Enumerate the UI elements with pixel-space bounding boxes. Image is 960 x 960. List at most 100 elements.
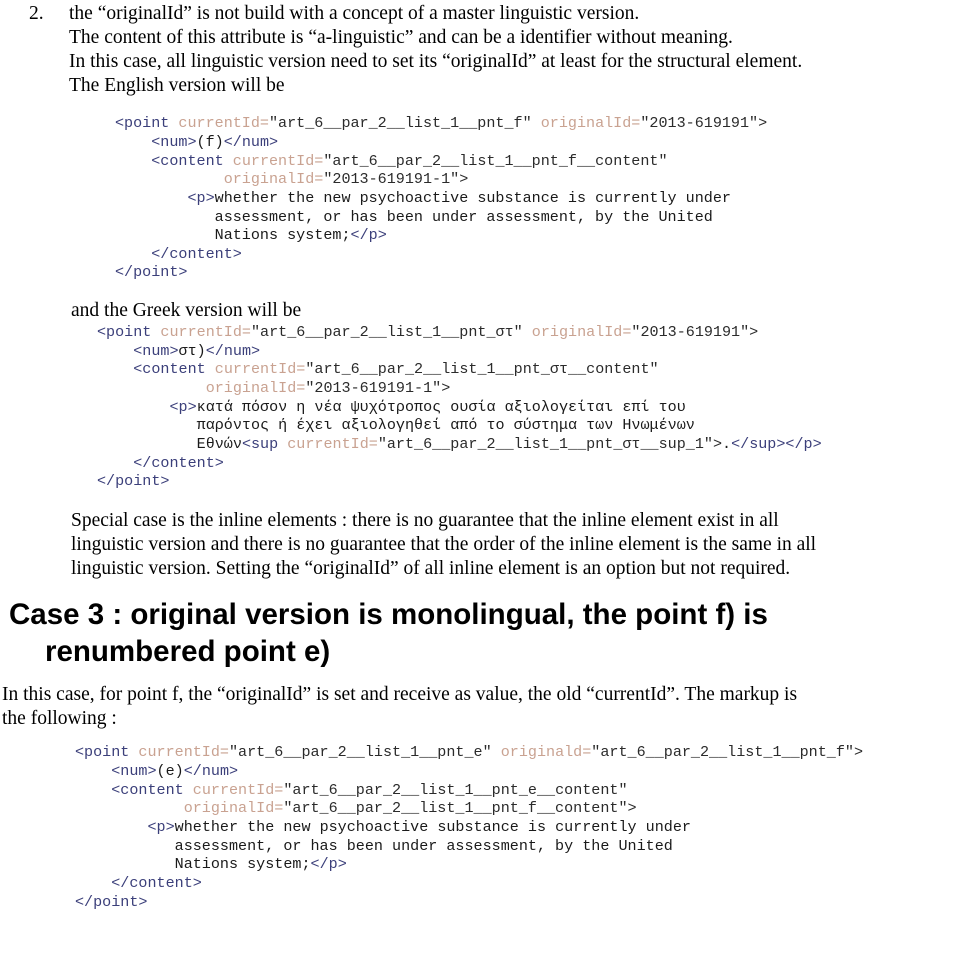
code-token-tag: <num> bbox=[115, 132, 197, 151]
code-token-val: "art_6__par_2__list_1__pnt_e__content" bbox=[283, 780, 628, 799]
code-line: originalId="2013-619191-1"> bbox=[115, 170, 946, 189]
code-token-tag: </content> bbox=[75, 873, 202, 892]
list-item-line: In this case, all linguistic version nee… bbox=[69, 51, 803, 73]
code-token-txt: Εθνών bbox=[97, 435, 242, 453]
code-token-tag: <content bbox=[75, 780, 193, 799]
code-line: <num>στ)</num> bbox=[97, 342, 946, 361]
code-token-val: "2013-619191-1"> bbox=[323, 170, 469, 189]
code-line: Nations system;</p> bbox=[75, 855, 946, 874]
list-item-text: the “originalId” is not build with a con… bbox=[69, 2, 946, 98]
code-line: <point currentId="art_6__par_2__list_1__… bbox=[75, 743, 946, 762]
code-token-txt: (e) bbox=[156, 762, 184, 781]
code-line: Εθνών<sup currentId="art_6__par_2__list_… bbox=[97, 435, 946, 454]
code-token-tag: </p> bbox=[310, 855, 347, 874]
list-item-line: The English version will be bbox=[69, 75, 285, 97]
code-token-attr: originalId= bbox=[75, 799, 284, 818]
special-case-paragraph: Special case is the inline elements : th… bbox=[0, 509, 946, 581]
code-token-val: "art_6__par_2__list_1__pnt_f__content"> bbox=[283, 799, 637, 818]
code-token-tag: </p> bbox=[350, 226, 387, 245]
code-line: <content currentId="art_6__par_2__list_1… bbox=[97, 360, 946, 379]
code-token-tag: <p> bbox=[97, 397, 197, 416]
code-token-tag: </num> bbox=[223, 132, 279, 151]
code-line: <p>whether the new psychoactive substanc… bbox=[75, 818, 946, 837]
code-token-tag: </point> bbox=[97, 472, 170, 491]
code-line: assessment, or has been under assessment… bbox=[115, 208, 946, 227]
code-line: <content currentId="art_6__par_2__list_1… bbox=[75, 781, 946, 800]
code-token-txt: assessment, or has been under assessment… bbox=[75, 836, 673, 855]
code-line: </point> bbox=[115, 263, 946, 282]
code-line: originalId="2013-619191-1"> bbox=[97, 379, 946, 398]
code-token-val: "art_6__par_2__list_1__pnt_στ__content" bbox=[305, 360, 659, 379]
code-token-txt: . bbox=[722, 435, 732, 453]
code-token-val: "2013-619191"> bbox=[640, 114, 768, 133]
document-page: 2. the “originalId” is not build with a … bbox=[0, 0, 960, 960]
code-line: </content> bbox=[75, 874, 946, 893]
list-item-line: the “originalId” is not build with a con… bbox=[69, 3, 640, 24]
code-line: <content currentId="art_6__par_2__list_1… bbox=[115, 152, 946, 171]
code-token-attr: currentId= bbox=[287, 435, 378, 453]
code-token-txt: whether the new psychoactive substance i… bbox=[174, 818, 691, 837]
code-line: </point> bbox=[97, 472, 946, 491]
code-token-tag: <num> bbox=[97, 341, 179, 360]
case3-heading-line-1: Case 3 : original version is monolingual… bbox=[9, 598, 768, 632]
code-line: <p>κατά πόσον η νέα ψυχότροπος ουσία αξι… bbox=[97, 398, 946, 417]
code-token-val: "art_6__par_2__list_1__pnt_e" bbox=[228, 743, 501, 762]
code-token-tag: <p> bbox=[75, 818, 175, 837]
code-block-case3: <point currentId="art_6__par_2__list_1__… bbox=[0, 731, 946, 911]
code-line: Nations system;</p> bbox=[115, 226, 946, 245]
code-line: <num>(e)</num> bbox=[75, 762, 946, 781]
code-token-attr: originalId= bbox=[531, 323, 632, 342]
code-line: </point> bbox=[75, 893, 946, 912]
case3-heading: Case 3 : original version is monolingual… bbox=[0, 581, 946, 670]
code-token-attr: originalId= bbox=[97, 379, 306, 398]
code-line: <point currentId="art_6__par_2__list_1__… bbox=[97, 323, 946, 342]
code-token-attr: currentId= bbox=[160, 323, 251, 342]
code-token-val: "art_6__par_2__list_1__pnt_f" bbox=[268, 114, 541, 133]
code-line: assessment, or has been under assessment… bbox=[75, 837, 946, 856]
code-token-txt: whether the new psychoactive substance i… bbox=[214, 188, 731, 207]
code-token-val: "2013-619191-1"> bbox=[305, 379, 451, 398]
code-line: <num>(f)</num> bbox=[115, 133, 946, 152]
code-token-val: "art_6__par_2__list_1__pnt_f"> bbox=[591, 743, 864, 762]
code-token-attr: currentId= bbox=[138, 743, 229, 762]
code-token-attr: currentId= bbox=[232, 151, 324, 170]
paragraph-line: In this case, for point f, the “original… bbox=[2, 684, 798, 706]
code-line: <p>whether the new psychoactive substanc… bbox=[115, 189, 946, 208]
code-token-val: "art_6__par_2__list_1__pnt_στ__sup_1"> bbox=[377, 435, 723, 453]
code-token-val: "2013-619191"> bbox=[631, 323, 759, 342]
code-token-tag: </point> bbox=[115, 263, 188, 282]
paragraph-line: linguistic version and there is no guara… bbox=[71, 534, 817, 555]
code-token-tag: </num> bbox=[205, 341, 261, 360]
code-token-txt: (f) bbox=[196, 132, 224, 151]
code-token-txt: Nations system; bbox=[115, 226, 351, 245]
code-token-attr: originalId= bbox=[115, 170, 324, 189]
code-token-tag: <point bbox=[115, 114, 179, 133]
code-token-val: "art_6__par_2__list_1__pnt_f__content" bbox=[323, 151, 668, 170]
case3-intro-paragraph: In this case, for point f, the “original… bbox=[0, 670, 946, 731]
code-line: <point currentId="art_6__par_2__list_1__… bbox=[115, 114, 946, 133]
code-token-attr: currentId= bbox=[178, 114, 269, 133]
code-token-txt: παρόντος ή έχει αξιολογηθεί από το σύστη… bbox=[97, 416, 695, 435]
case3-heading-line-2: renumbered point e) bbox=[45, 634, 331, 668]
code-token-tag: <point bbox=[97, 323, 161, 342]
code-token-attr: currentId= bbox=[192, 780, 284, 799]
paragraph-line: Special case is the inline elements : th… bbox=[71, 509, 779, 531]
code-token-attr: currentId= bbox=[214, 360, 306, 379]
paragraph-line: the following : bbox=[2, 708, 117, 730]
code-block-english-version: <point currentId="art_6__par_2__list_1__… bbox=[0, 98, 946, 282]
paragraph-line: linguistic version. Setting the “origina… bbox=[71, 558, 791, 580]
code-token-val: "art_6__par_2__list_1__pnt_στ" bbox=[250, 323, 532, 342]
code-token-tag: <point bbox=[75, 743, 139, 762]
code-token-txt: assessment, or has been under assessment… bbox=[115, 207, 713, 226]
code-token-txt: στ) bbox=[178, 341, 206, 360]
code-token-tag: </content> bbox=[97, 453, 224, 472]
code-token-tag: </sup></p> bbox=[731, 435, 822, 453]
code-block-greek-version: <point currentId="art_6__par_2__list_1__… bbox=[0, 323, 946, 491]
code-token-tag: <content bbox=[115, 151, 233, 170]
code-line: παρόντος ή έχει αξιολογηθεί από το σύστη… bbox=[97, 416, 946, 435]
greek-version-lead-in: and the Greek version will be bbox=[71, 300, 302, 322]
code-token-tag: <sup bbox=[241, 435, 288, 453]
code-line: </content> bbox=[97, 454, 946, 473]
code-token-txt: Nations system; bbox=[75, 855, 311, 874]
code-line: </content> bbox=[115, 245, 946, 264]
